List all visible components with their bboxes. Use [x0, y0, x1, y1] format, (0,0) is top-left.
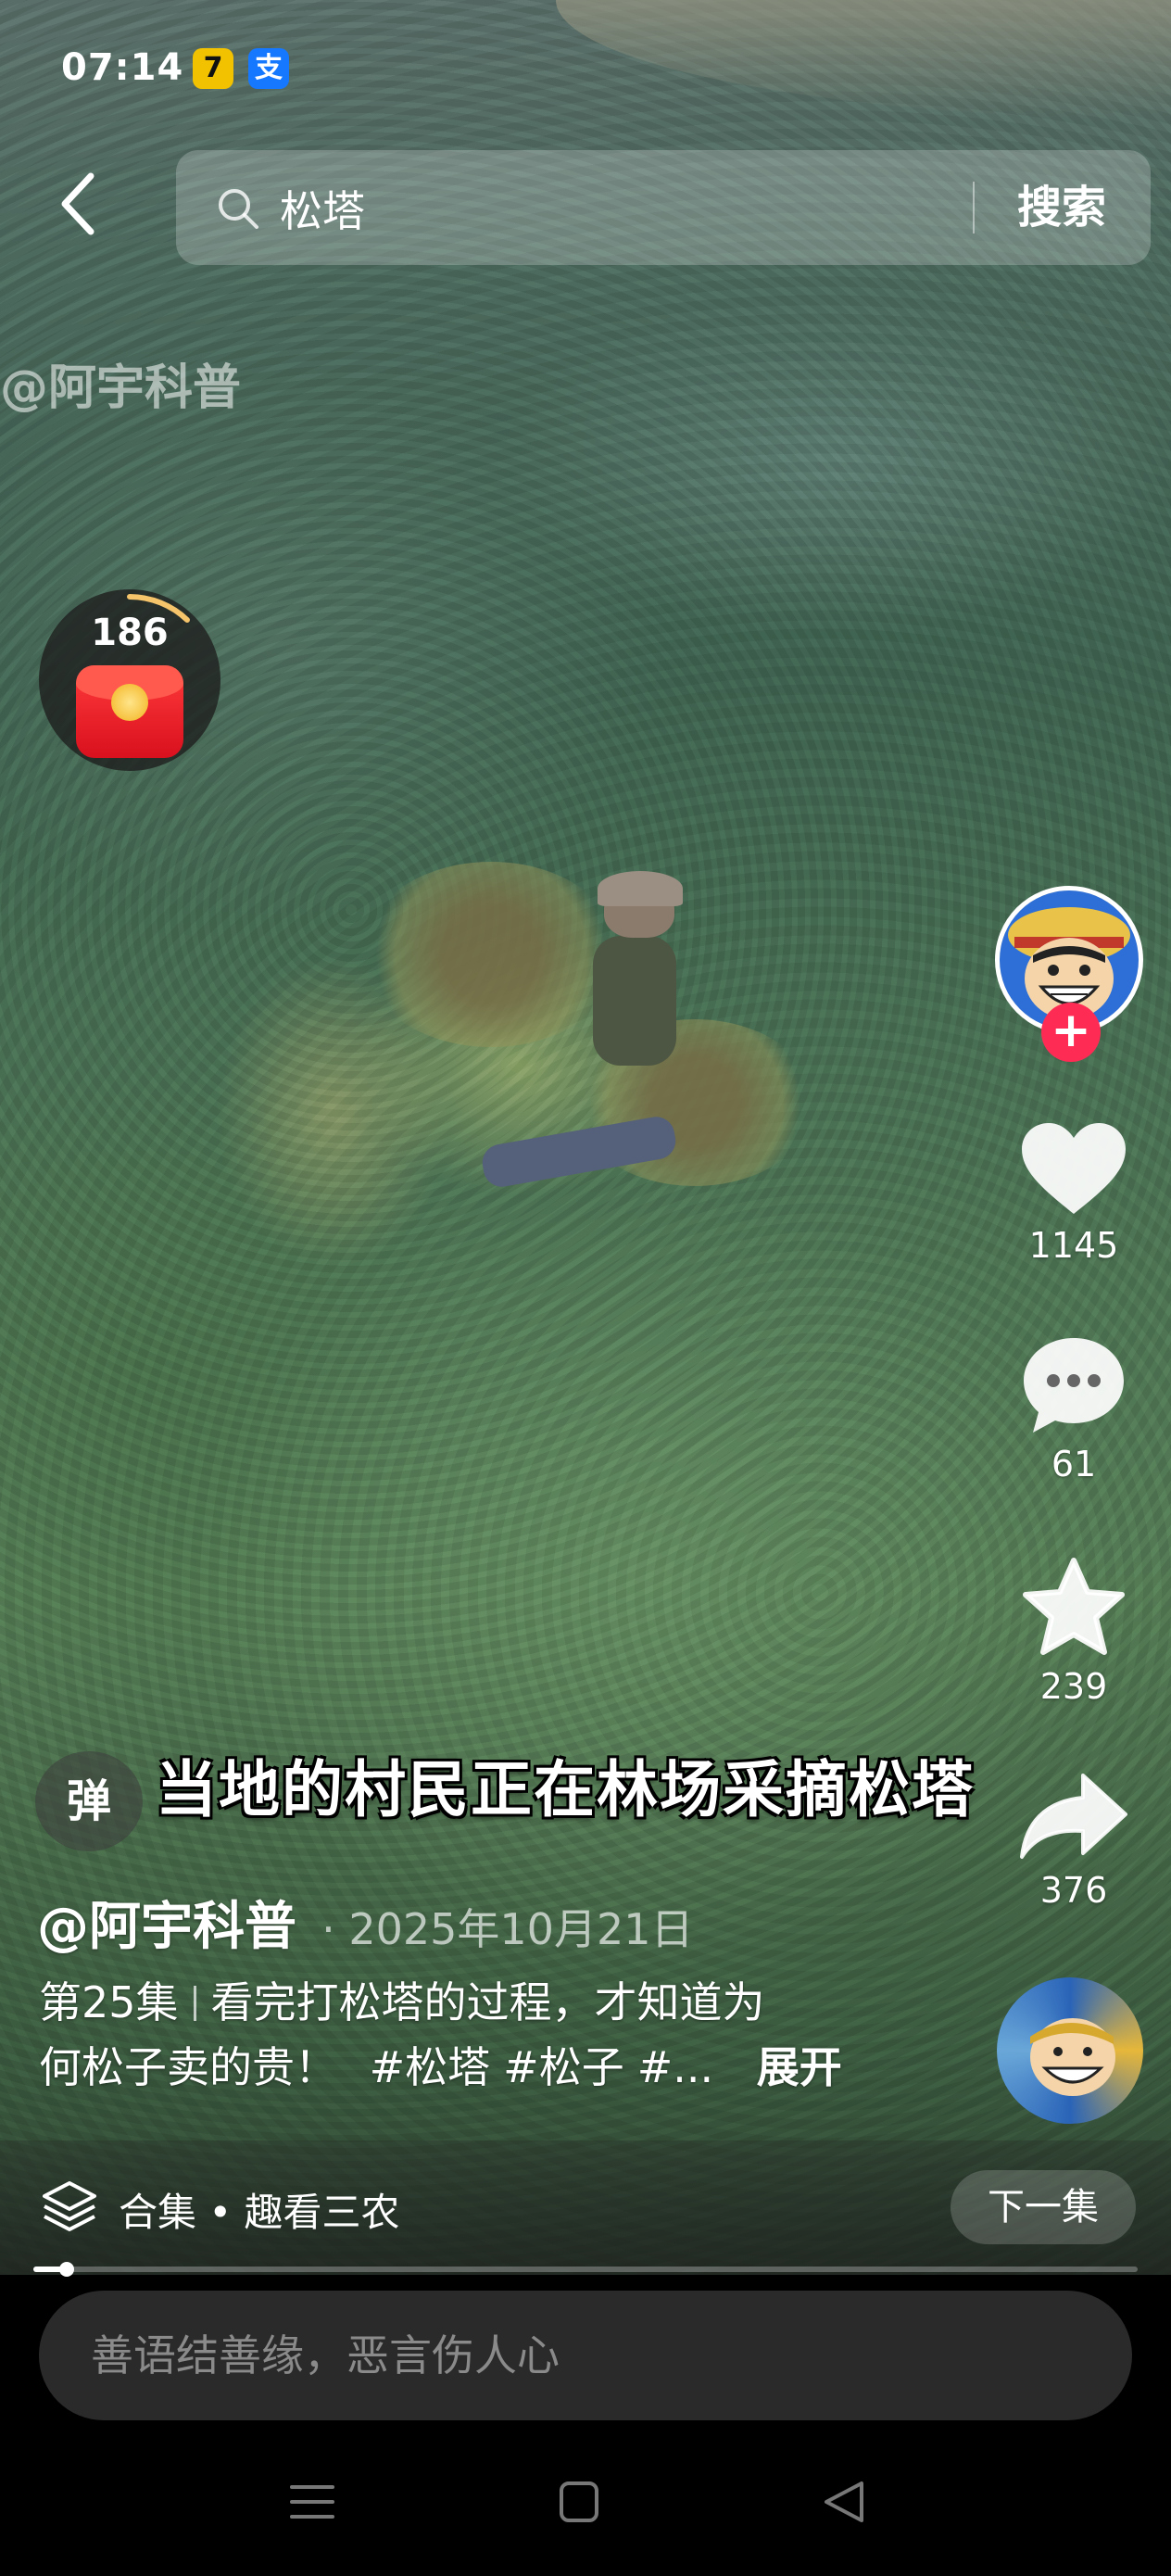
danmaku-toggle-button[interactable]: 弹	[35, 1751, 143, 1851]
search-query[interactable]: 松塔	[280, 178, 365, 239]
status-time: 07:14	[61, 46, 184, 89]
share-count: 376	[1039, 1870, 1108, 1911]
author-name[interactable]: @阿宇科普	[37, 1897, 296, 1957]
follow-button[interactable]: +	[1041, 1003, 1101, 1062]
hashtag[interactable]: #松塔	[370, 2042, 491, 2092]
search-bar[interactable]: 松塔 搜索	[176, 150, 1151, 265]
music-avatar-icon	[1030, 2018, 1115, 2096]
collection-label: 合集 • 趣看三农	[119, 2190, 400, 2235]
red-envelope-icon	[76, 665, 183, 758]
star-icon	[1023, 1558, 1125, 1655]
pine-cones	[361, 862, 621, 1047]
favorite-button[interactable]: 239	[1014, 1557, 1134, 1707]
alipay-notification-icon: 支	[248, 48, 289, 89]
search-icon	[219, 189, 258, 229]
comment-count: 61	[1051, 1444, 1097, 1484]
like-count: 1145	[1028, 1225, 1119, 1266]
post-caption[interactable]: 第25集 看完打松塔的过程，才知道为 何松子卖的贵！ #松塔 #松子 #... 展开	[39, 1970, 873, 2100]
comment-input[interactable]	[39, 2291, 1132, 2420]
like-button[interactable]: 1145	[1014, 1121, 1134, 1266]
video-subtitle: 当地的村民正在林场采摘松塔	[156, 1754, 975, 1825]
post-date: · 2025年10月21日	[321, 1904, 694, 1954]
comment-bubble-icon	[1024, 1338, 1124, 1433]
nav-home-button[interactable]	[541, 2474, 615, 2530]
villager-body	[593, 936, 676, 1066]
envelope-coin	[111, 684, 148, 721]
video-watermark: @阿宇科普	[0, 360, 242, 416]
square-home-icon	[560, 2481, 598, 2522]
back-arrow-icon	[61, 172, 94, 235]
caption-line-2: 何松子卖的贵！	[39, 2042, 337, 2092]
layers-icon	[43, 2181, 96, 2231]
episode-label: 第25集	[39, 1977, 179, 2027]
search-button[interactable]: 搜索	[973, 150, 1151, 265]
app-notification-icon: 7	[193, 48, 233, 89]
hashtag[interactable]: #松子	[503, 2042, 624, 2092]
comment-button[interactable]: 61	[1014, 1334, 1134, 1484]
collection-bar[interactable]: 合集 • 趣看三农 下一集	[0, 2140, 1171, 2275]
nav-back-button[interactable]	[808, 2474, 882, 2530]
share-button[interactable]: 376	[1014, 1770, 1134, 1911]
expand-caption-button[interactable]: 展开	[757, 2042, 842, 2092]
triangle-back-icon	[825, 2481, 863, 2522]
share-arrow-icon	[1020, 1774, 1127, 1859]
heart-icon	[1022, 1123, 1126, 1214]
author-row: @阿宇科普 · 2025年10月21日	[37, 1885, 693, 1960]
red-packet-widget[interactable]: 186	[39, 589, 220, 771]
villager-cap	[598, 871, 683, 906]
video-progress-bar[interactable]	[33, 2262, 1138, 2277]
next-episode-button[interactable]: 下一集	[951, 2170, 1136, 2244]
red-packet-count: 186	[91, 612, 169, 654]
menu-lines-icon	[290, 2485, 334, 2519]
favorite-count: 239	[1039, 1666, 1108, 1707]
music-disc[interactable]	[997, 1977, 1143, 2124]
nav-menu-button[interactable]	[275, 2474, 349, 2530]
back-button[interactable]	[52, 167, 107, 241]
caption-line-1: 看完打松塔的过程，才知道为	[210, 1977, 765, 2027]
progress-scrubber[interactable]	[58, 2262, 74, 2277]
caption-separator	[193, 1986, 196, 2021]
hashtag-list: #松塔 #松子 #...	[370, 2042, 740, 2092]
hashtag[interactable]: #...	[637, 2042, 713, 2092]
video-screen: 07:14 7 支 松塔 搜索 @阿宇科普 186 + 1145 61 239 …	[0, 0, 1171, 2576]
